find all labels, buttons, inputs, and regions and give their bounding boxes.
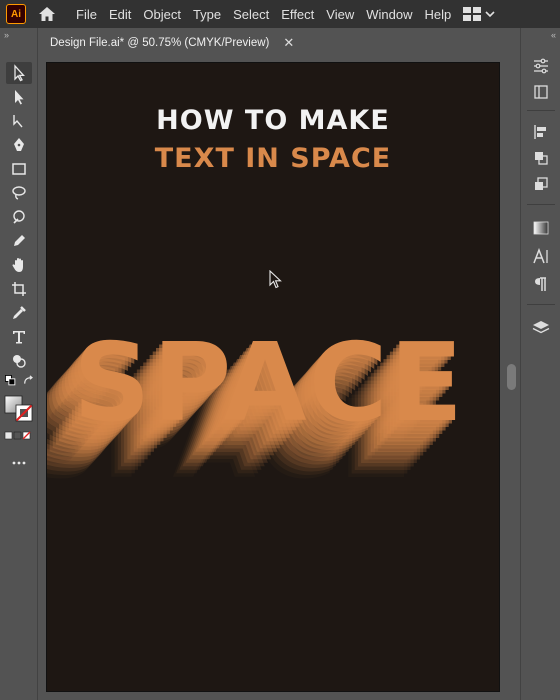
collapse-dock-icon[interactable]: « — [521, 28, 560, 42]
layers-panel-icon[interactable] — [531, 318, 551, 338]
artboard-tool-icon[interactable] — [6, 278, 32, 300]
curvature-tool-icon[interactable] — [6, 110, 32, 132]
vertical-scrollbar[interactable] — [504, 54, 518, 700]
blob-brush-tool-icon[interactable] — [6, 206, 32, 228]
shape-builder-tool-icon[interactable] — [6, 350, 32, 372]
lasso-tool-icon[interactable] — [6, 182, 32, 204]
transform-panel-icon[interactable] — [531, 174, 551, 194]
hand-tool-icon[interactable] — [6, 254, 32, 276]
document-tab[interactable]: Design File.ai* @ 50.75% (CMYK/Preview) … — [42, 32, 303, 54]
home-icon[interactable] — [36, 3, 58, 25]
close-icon[interactable]: ✕ — [283, 35, 294, 51]
properties-panel-icon[interactable] — [531, 56, 551, 76]
menu-help[interactable]: Help — [418, 7, 457, 22]
pencil-tool-icon[interactable] — [6, 230, 32, 252]
default-colors-icon[interactable] — [4, 374, 18, 388]
direct-selection-tool-icon[interactable] — [6, 86, 32, 108]
menu-type[interactable]: Type — [187, 7, 227, 22]
document-tab-bar: Design File.ai* @ 50.75% (CMYK/Preview) … — [42, 30, 520, 54]
dock-separator — [527, 204, 555, 205]
big-word-text[interactable]: SPACE — [73, 321, 465, 446]
artboard[interactable]: HOW TO MAKE TEXT IN SPACE SPACE SPACE SPAC… — [46, 62, 500, 692]
menu-effect[interactable]: Effect — [275, 7, 320, 22]
gradient-panel-icon[interactable] — [531, 218, 551, 238]
workspace-grid-icon — [463, 7, 482, 21]
swap-colors-icon[interactable] — [22, 374, 36, 388]
panel-dock: « — [520, 28, 560, 700]
heading-line-2[interactable]: TEXT IN SPACE — [47, 143, 499, 174]
chevron-down-icon — [485, 11, 495, 18]
menu-object[interactable]: Object — [137, 7, 187, 22]
character-panel-icon[interactable] — [531, 246, 551, 266]
document-tab-title: Design File.ai* @ 50.75% (CMYK/Preview) — [50, 37, 270, 49]
scrollbar-thumb[interactable] — [507, 364, 516, 390]
space-artwork[interactable]: SPACESPACESPACESPACESPACESPACESPACESPACE… — [47, 293, 499, 493]
eyedropper-tool-icon[interactable] — [6, 302, 32, 324]
paragraph-panel-icon[interactable] — [531, 274, 551, 294]
mouse-cursor-icon — [269, 270, 282, 289]
type-tool-icon[interactable] — [6, 326, 32, 348]
libraries-panel-icon[interactable] — [531, 82, 551, 102]
illustrator-window: Ai File Edit Object Type Select Effect V… — [0, 0, 560, 700]
menu-window[interactable]: Window — [360, 7, 418, 22]
dock-separator — [527, 110, 555, 111]
more-tools-icon[interactable] — [6, 452, 32, 474]
menu-view[interactable]: View — [320, 7, 360, 22]
heading-line-1[interactable]: HOW TO MAKE — [47, 105, 499, 136]
menu-edit[interactable]: Edit — [103, 7, 137, 22]
selection-tool-icon[interactable] — [6, 62, 32, 84]
canvas[interactable]: HOW TO MAKE TEXT IN SPACE SPACE SPACE SPAC… — [42, 54, 504, 700]
menu-bar: Ai File Edit Object Type Select Effect V… — [0, 0, 560, 28]
workspace-switcher-button[interactable] — [463, 7, 495, 21]
collapse-panel-icon[interactable]: » — [0, 28, 37, 42]
tools-panel: » — [0, 28, 38, 700]
color-mode-icon[interactable] — [4, 430, 34, 442]
pen-tool-icon[interactable] — [6, 134, 32, 156]
stroke-swatch-icon — [15, 404, 33, 422]
pathfinder-panel-icon[interactable] — [531, 148, 551, 168]
menu-select[interactable]: Select — [227, 7, 275, 22]
app-logo: Ai — [6, 4, 26, 24]
fill-stroke-swatches[interactable] — [3, 394, 35, 424]
align-panel-icon[interactable] — [531, 122, 551, 142]
dock-separator — [527, 304, 555, 305]
rectangle-tool-icon[interactable] — [6, 158, 32, 180]
menu-file[interactable]: File — [70, 7, 103, 22]
menu-items: File Edit Object Type Select Effect View… — [70, 7, 457, 22]
